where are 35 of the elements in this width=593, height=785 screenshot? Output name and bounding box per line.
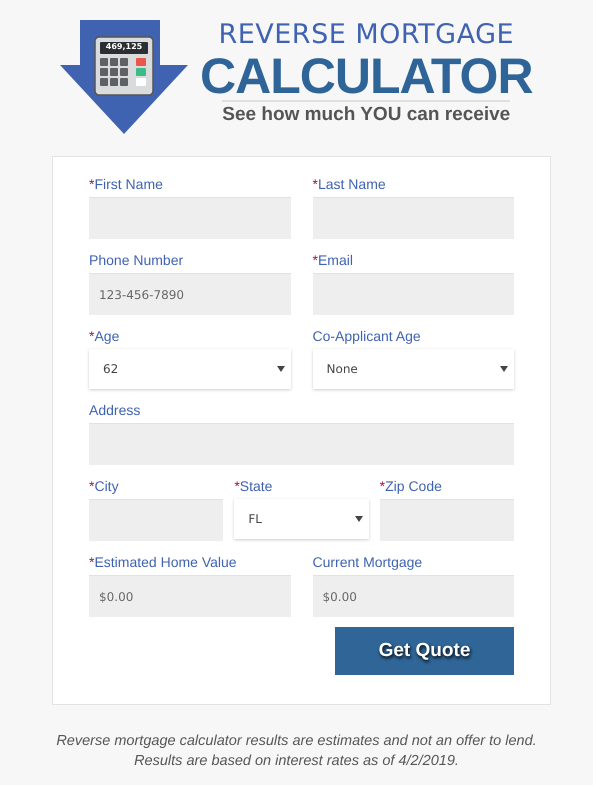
logo-title: REVERSE MORTGAGE — [218, 18, 514, 52]
caret-icon — [276, 366, 284, 372]
field-label: *First Name — [89, 175, 164, 194]
logo-tagline: See how much YOU can receive — [222, 100, 510, 126]
field-label: *State — [234, 477, 274, 496]
input-field[interactable] — [312, 273, 514, 315]
calculator-arrow-icon — [60, 20, 190, 135]
field-label: *City — [89, 477, 120, 496]
field-label: Co-Applicant Age — [312, 327, 422, 346]
dropdown[interactable]: None — [312, 349, 514, 389]
calculator-display: 469,125 — [104, 42, 144, 51]
field-label: *Email — [312, 251, 354, 270]
disclaimer-text: Results are based on interest rates as of 4/2/2019. — [133, 752, 460, 771]
input-field[interactable]: 123-456-7890 — [89, 273, 290, 315]
field-label: *Zip Code — [380, 477, 443, 496]
dropdown[interactable]: FL — [234, 499, 369, 539]
field-label: *Last Name — [312, 175, 387, 194]
caret-icon — [354, 516, 363, 522]
input-field[interactable] — [89, 499, 224, 541]
dropdown[interactable]: 62 — [89, 349, 290, 389]
input-field[interactable] — [89, 423, 514, 465]
field-label: *Estimated Home Value — [89, 553, 238, 572]
disclaimer-text: Reverse mortgage calculator results are estimates and not an offer to lend. — [55, 732, 538, 751]
input-field[interactable] — [380, 499, 514, 541]
field-label: Phone Number — [89, 251, 184, 270]
logo-title: CALCULATOR — [200, 52, 533, 100]
get-quote-button[interactable]: Get Quote — [335, 627, 514, 675]
caret-icon — [500, 366, 508, 372]
field-label: *Age — [89, 327, 120, 346]
input-field[interactable]: $0.00 — [89, 575, 290, 617]
field-label: Address — [89, 401, 142, 420]
input-field[interactable] — [89, 197, 290, 239]
input-field[interactable] — [312, 197, 514, 239]
input-field[interactable]: $0.00 — [312, 575, 514, 617]
field-label: Current Mortgage — [312, 553, 424, 572]
